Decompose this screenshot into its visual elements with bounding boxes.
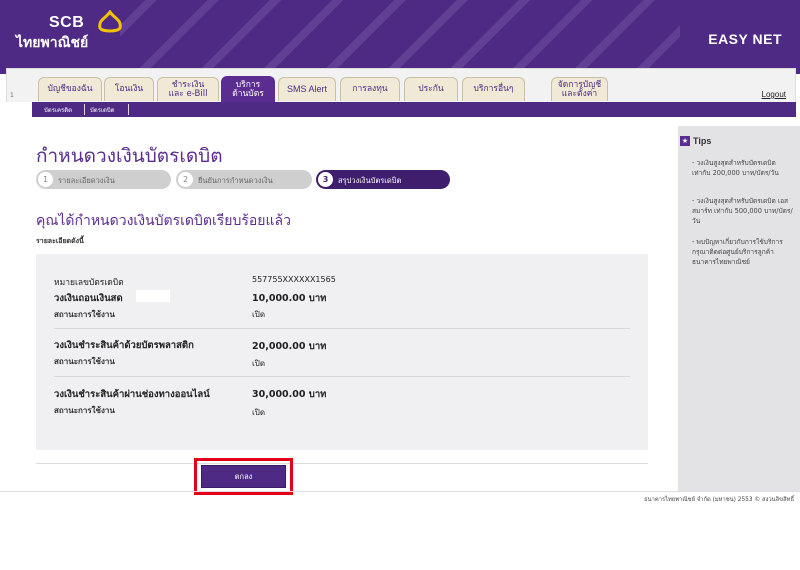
- cash-limit-value: 10,000.00 บาท: [252, 293, 327, 304]
- tab-sms-alert[interactable]: SMS Alert: [278, 77, 336, 101]
- submenu-separator: [84, 104, 85, 115]
- online-status-value: เปิด: [252, 408, 266, 417]
- tip-item: - พบปัญหาเกี่ยวกับการใช้บริการ กรุณาติดต…: [692, 238, 783, 266]
- submenu-bar: บัตรเครดิต บัตรเดบิต: [32, 102, 796, 117]
- step-number: 3: [318, 172, 333, 187]
- menu-dot: 1: [10, 92, 14, 99]
- tab-account-settings[interactable]: จัดการบัญชี และตั้งค่า: [551, 77, 608, 101]
- tips-sidebar: [678, 126, 800, 491]
- step-number: 2: [178, 172, 193, 187]
- top-header: SCB ไทยพาณิชย์ EASY NET: [0, 0, 800, 74]
- logout-link[interactable]: Logout: [762, 90, 786, 99]
- card-number-value: 557755XXXXXX1565: [252, 275, 336, 284]
- step-3-active: 3 สรุปวงเงินบัตรเดบิต: [316, 170, 450, 189]
- submenu-credit-card[interactable]: บัตรเครดิต: [44, 105, 72, 115]
- step-label: ยืนยันการกำหนดวงเงิน: [198, 176, 273, 185]
- plastic-limit-value: 20,000.00 บาท: [252, 341, 327, 352]
- online-limit-value: 30,000.00 บาท: [252, 389, 327, 400]
- step-label: สรุปวงเงินบัตรเดบิต: [338, 176, 402, 185]
- tab-payment-ebill[interactable]: ชำระเงิน และ e-Bill: [157, 77, 219, 101]
- online-limit-label: วงเงินชำระสินค้าผ่านช่องทางออนไลน์: [54, 389, 210, 400]
- tab-transfer[interactable]: โอนเงิน: [104, 77, 154, 101]
- card-number-label: หมายเลขบัตรเดบิต: [54, 278, 124, 288]
- tip-item: - วงเงินสูงสุดสำหรับบัตรเดบิต เท่ากับ 20…: [692, 159, 779, 177]
- cash-status-label: สถานะการใช้งาน: [54, 310, 115, 319]
- scb-emblem-icon: [98, 10, 122, 33]
- tab-insurance[interactable]: ประกัน: [404, 77, 458, 101]
- tips-title: Tips: [693, 136, 712, 146]
- tab-card-services[interactable]: บริการ ด้านบัตร: [221, 76, 275, 102]
- plastic-limit-label: วงเงินชำระสินค้าด้วยบัตรพลาสติก: [54, 340, 194, 351]
- product-name: EASY NET: [708, 31, 782, 47]
- step-label: รายละเอียดวงเงิน: [58, 176, 115, 185]
- plastic-status-label: สถานะการใช้งาน: [54, 357, 115, 366]
- tip-item: - วงเงินสูงสุดสำหรับบัตรเดบิต เอส สมาร์ท…: [692, 197, 793, 225]
- step-1: 1 รายละเอียดวงเงิน: [36, 170, 171, 189]
- tab-other-services[interactable]: บริการอื่นๆ: [462, 77, 525, 101]
- redaction-mask: [136, 290, 170, 302]
- row-divider: [54, 328, 630, 329]
- online-status-label: สถานะการใช้งาน: [54, 406, 115, 415]
- header-pattern: [120, 0, 680, 74]
- tab-investment[interactable]: การลงทุน: [340, 77, 400, 101]
- success-message: คุณได้กำหนดวงเงินบัตรเดบิตเรียบร้อยแล้ว: [36, 213, 291, 229]
- ok-button[interactable]: ตกลง: [201, 465, 286, 488]
- footer-divider: [0, 491, 800, 492]
- details-label: รายละเอียดดังนี้: [36, 237, 84, 245]
- summary-panel: หมายเลขบัตรเดบิต 557755XXXXXX1565 วงเงิน…: [36, 254, 648, 450]
- step-2: 2 ยืนยันการกำหนดวงเงิน: [176, 170, 312, 189]
- scb-logo[interactable]: SCB ไทยพาณิชย์: [16, 14, 88, 54]
- row-divider: [54, 376, 630, 377]
- plastic-status-value: เปิด: [252, 359, 266, 368]
- logo-text-th: ไทยพาณิชย์: [16, 35, 89, 51]
- submenu-debit-card[interactable]: บัตรเดบิต: [90, 105, 115, 115]
- star-icon: ★: [680, 136, 690, 146]
- step-number: 1: [38, 172, 53, 187]
- copyright-text: ธนาคารไทยพาณิชย์ จำกัด (มหาชน) 2553 © สง…: [644, 497, 794, 503]
- logo-text-en: SCB: [48, 14, 85, 31]
- cash-status-value: เปิด: [252, 310, 266, 319]
- cash-limit-label: วงเงินถอนเงินสด: [54, 293, 123, 304]
- page-title: กำหนดวงเงินบัตรเดบิต: [36, 145, 223, 167]
- tab-my-accounts[interactable]: บัญชีของฉัน: [38, 77, 102, 101]
- content-divider: [36, 463, 648, 464]
- submenu-separator: [128, 104, 129, 115]
